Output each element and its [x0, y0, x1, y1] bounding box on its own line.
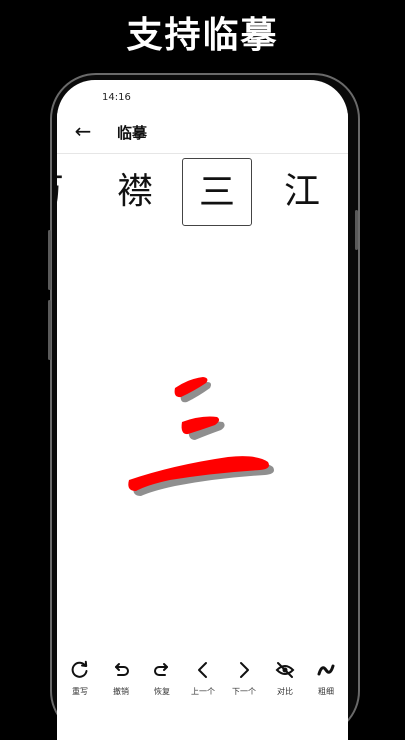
undo-label: 撤销 [113, 687, 129, 696]
status-time: 14:16 [102, 92, 131, 103]
character-item[interactable]: 襟 [100, 158, 170, 226]
next-label: 下一个 [232, 687, 256, 696]
promo-banner-title: 支持临摹 [126, 15, 279, 56]
compare-label: 对比 [277, 687, 293, 696]
character-item[interactable]: 万 [57, 158, 81, 226]
previous-button[interactable]: 上一个 [183, 660, 223, 697]
thickness-button[interactable]: 粗细 [306, 660, 346, 697]
phone-side-button [355, 210, 358, 250]
redo-label: 恢复 [154, 687, 170, 696]
redo-button[interactable]: 恢复 [142, 660, 182, 697]
previous-label: 上一个 [191, 687, 215, 696]
eye-off-icon [275, 662, 295, 678]
calligraphy-strokes [128, 377, 274, 496]
app-bar: ← 临摹 [57, 113, 348, 154]
bottom-toolbar: 重写 撤销 恢复 上一个 下一个 对比 粗细 [57, 660, 348, 740]
page-title: 临摹 [117, 124, 148, 142]
rewrite-icon [71, 660, 88, 678]
undo-icon [115, 663, 129, 676]
undo-button[interactable]: 撤销 [101, 660, 141, 697]
next-button[interactable]: 下一个 [224, 660, 264, 697]
thickness-label: 粗细 [318, 687, 334, 696]
rewrite-label: 重写 [72, 687, 88, 696]
phone-side-button [48, 230, 51, 290]
character-strip[interactable]: 万 襟 三 江 [57, 158, 348, 230]
character-item[interactable]: 江 [267, 158, 337, 226]
rewrite-button[interactable]: 重写 [60, 660, 100, 697]
brush-icon [317, 664, 335, 676]
character-item-selected[interactable]: 三 [182, 158, 252, 226]
chevron-left-icon [198, 662, 207, 678]
app-screen: 14:16 ← 临摹 万 襟 三 江 [57, 80, 348, 740]
chevron-right-icon [240, 662, 249, 678]
back-arrow-icon[interactable]: ← [71, 120, 95, 144]
practice-canvas[interactable] [57, 230, 348, 650]
phone-side-button [48, 300, 51, 360]
compare-button[interactable]: 对比 [265, 660, 305, 697]
redo-icon [154, 663, 168, 676]
